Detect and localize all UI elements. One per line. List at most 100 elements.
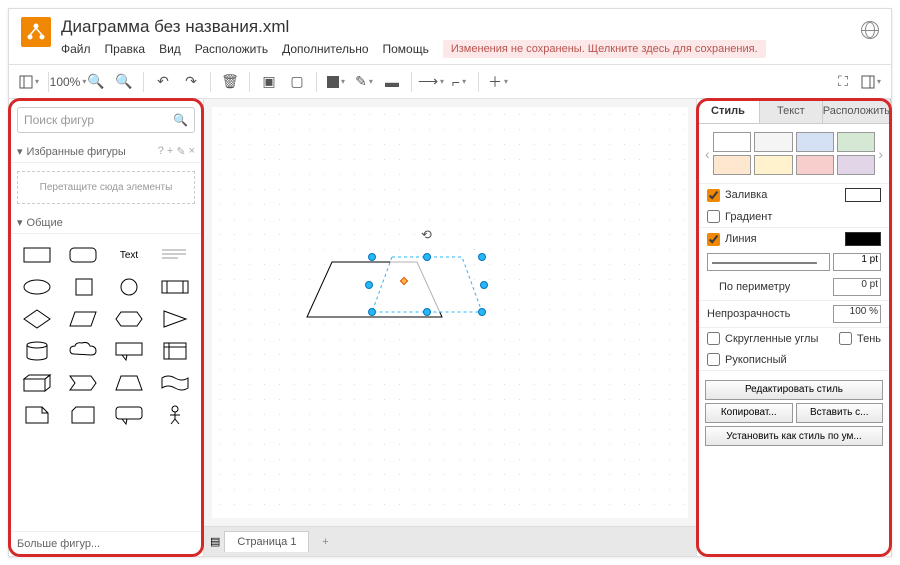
shape-text[interactable]: Text	[109, 242, 149, 268]
swatch-white[interactable]	[713, 132, 751, 152]
shape-circle[interactable]	[109, 274, 149, 300]
swatch-grey[interactable]	[754, 132, 792, 152]
shape-card[interactable]	[63, 402, 103, 428]
paste-style-button[interactable]: Вставить с...	[796, 403, 884, 423]
shape-textbox[interactable]	[155, 242, 195, 268]
document-title[interactable]: Диаграмма без названия.xml	[61, 17, 851, 37]
shape-rounded-rect[interactable]	[63, 242, 103, 268]
rounded-checkbox[interactable]	[707, 332, 720, 345]
fullscreen-icon[interactable]: ⛶	[831, 70, 855, 94]
shape-note[interactable]	[17, 402, 57, 428]
zoom-out-icon[interactable]: 🔍	[112, 70, 136, 94]
shape-square[interactable]	[63, 274, 103, 300]
set-default-style-button[interactable]: Установить как стиль по ум...	[705, 426, 883, 446]
shape-cylinder[interactable]	[17, 338, 57, 364]
menu-arrange[interactable]: Расположить	[195, 42, 268, 56]
swatch-purple[interactable]	[837, 155, 875, 175]
selected-shape[interactable]: ⟲	[367, 252, 487, 327]
copy-style-button[interactable]: Копироват...	[705, 403, 793, 423]
more-shapes-link[interactable]: Больше фигур...	[9, 531, 203, 556]
drawing-canvas[interactable]: ⟲	[212, 107, 688, 518]
app-logo[interactable]	[21, 17, 51, 47]
tab-text[interactable]: Текст	[760, 99, 823, 123]
menu-file[interactable]: Файл	[61, 42, 91, 56]
shape-triangle[interactable]	[155, 306, 195, 332]
zoom-in-icon[interactable]: 🔍	[84, 70, 108, 94]
menu-extras[interactable]: Дополнительно	[282, 42, 368, 56]
tab-style[interactable]: Стиль	[697, 99, 760, 123]
help-icon[interactable]: ?	[158, 145, 164, 158]
swatch-yellow[interactable]	[754, 155, 792, 175]
close-icon[interactable]: ×	[189, 145, 195, 158]
edit-icon[interactable]: ✎	[176, 145, 185, 158]
swatch-prev-icon[interactable]: ‹	[705, 146, 710, 162]
add-icon[interactable]: +	[167, 145, 173, 158]
resize-handle-nw[interactable]	[368, 253, 376, 261]
gradient-checkbox[interactable]	[707, 210, 720, 223]
menu-help[interactable]: Помощь	[383, 42, 429, 56]
undo-icon[interactable]: ↶	[151, 70, 175, 94]
menu-edit[interactable]: Правка	[105, 42, 146, 56]
shape-tape[interactable]	[155, 370, 195, 396]
add-page-button[interactable]: +	[313, 536, 337, 548]
zoom-select[interactable]: 100%	[56, 70, 80, 94]
shape-parallelogram[interactable]	[63, 306, 103, 332]
format-panel-toggle[interactable]	[859, 70, 883, 94]
line-color-picker[interactable]	[845, 232, 881, 246]
line-checkbox[interactable]	[707, 233, 720, 246]
fill-checkbox[interactable]	[707, 189, 720, 202]
opacity-input[interactable]: 100 %	[833, 305, 881, 323]
shape-ellipse[interactable]	[17, 274, 57, 300]
resize-handle-s[interactable]	[423, 308, 431, 316]
edit-style-button[interactable]: Редактировать стиль	[705, 380, 883, 400]
shape-step[interactable]	[63, 370, 103, 396]
swatch-next-icon[interactable]: ›	[878, 146, 883, 162]
to-front-icon[interactable]: ▣	[257, 70, 281, 94]
line-width-input[interactable]: 1 pt	[833, 253, 881, 271]
save-banner[interactable]: Изменения не сохранены. Щелкните здесь д…	[443, 40, 766, 58]
language-icon[interactable]	[861, 21, 879, 39]
pages-menu-icon[interactable]: ▤	[210, 535, 220, 548]
menu-view[interactable]: Вид	[159, 42, 181, 56]
shape-actor[interactable]	[155, 402, 195, 428]
shape-diamond[interactable]	[17, 306, 57, 332]
shape-internal-storage[interactable]	[155, 338, 195, 364]
shape-callout[interactable]	[109, 338, 149, 364]
shape-cube[interactable]	[17, 370, 57, 396]
fill-color-icon[interactable]	[324, 70, 348, 94]
general-shapes-header[interactable]: ▾Общие	[9, 212, 203, 234]
scratchpad-header[interactable]: ▾Избранные фигуры ?+✎×	[9, 141, 203, 163]
shadow-icon[interactable]: ▬	[380, 70, 404, 94]
fill-color-picker[interactable]	[845, 188, 881, 202]
to-back-icon[interactable]: ▢	[285, 70, 309, 94]
resize-handle-sw[interactable]	[368, 308, 376, 316]
resize-handle-se[interactable]	[478, 308, 486, 316]
connection-icon[interactable]: ⟶	[419, 70, 443, 94]
swatch-green[interactable]	[837, 132, 875, 152]
resize-handle-w[interactable]	[365, 281, 373, 289]
shape-process[interactable]	[155, 274, 195, 300]
line-color-icon[interactable]: ✎	[352, 70, 376, 94]
tab-arrange[interactable]: Расположить	[823, 99, 891, 123]
resize-handle-ne[interactable]	[478, 253, 486, 261]
swatch-blue[interactable]	[796, 132, 834, 152]
redo-icon[interactable]: ↷	[179, 70, 203, 94]
resize-handle-e[interactable]	[480, 281, 488, 289]
insert-icon[interactable]: ＋	[486, 70, 510, 94]
swatch-red[interactable]	[796, 155, 834, 175]
scratchpad-dropzone[interactable]: Перетащите сюда элементы	[17, 171, 195, 204]
shape-cloud[interactable]	[63, 338, 103, 364]
shadow-checkbox[interactable]	[839, 332, 852, 345]
shape-trapezoid[interactable]	[109, 370, 149, 396]
shape-rectangle[interactable]	[17, 242, 57, 268]
shape-callout2[interactable]	[109, 402, 149, 428]
rotate-handle[interactable]: ⟲	[421, 227, 432, 243]
search-shapes-input[interactable]: Поиск фигур 🔍	[17, 107, 195, 133]
swatch-orange[interactable]	[713, 155, 751, 175]
shape-hexagon[interactable]	[109, 306, 149, 332]
waypoint-icon[interactable]: ⌐	[447, 70, 471, 94]
view-sidebar-toggle[interactable]	[17, 70, 41, 94]
sketch-checkbox[interactable]	[707, 353, 720, 366]
line-style-select[interactable]	[707, 253, 830, 271]
page-tab-1[interactable]: Страница 1	[224, 531, 309, 552]
